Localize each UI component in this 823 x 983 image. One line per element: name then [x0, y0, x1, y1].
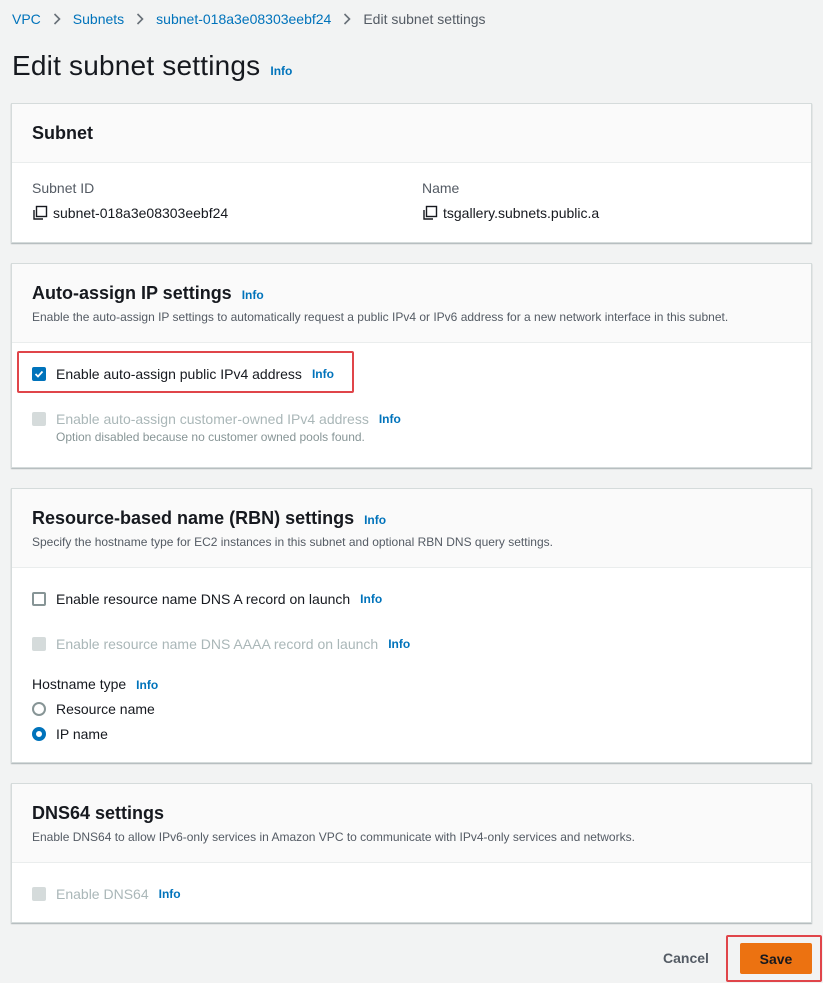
- rbn-description: Specify the hostname type for EC2 instan…: [32, 535, 553, 549]
- name-label: Name: [422, 180, 460, 196]
- dns-aaaa-checkbox: [32, 637, 46, 651]
- customer-owned-note: Option disabled because no customer owne…: [56, 430, 365, 444]
- copy-icon[interactable]: [422, 205, 438, 221]
- ipv4-checkbox[interactable]: [32, 367, 46, 381]
- rbn-title: Resource-based name (RBN) settings Info: [32, 508, 791, 529]
- hostname-type-label: Hostname type: [32, 676, 127, 692]
- chevron-right-icon: [53, 13, 61, 25]
- customer-owned-option: Enable auto-assign customer-owned IPv4 a…: [32, 411, 401, 427]
- subnet-id-field: Subnet ID subnet-018a3e08303eebf24: [32, 180, 228, 221]
- dns-a-label: Enable resource name DNS A record on lau…: [56, 591, 351, 607]
- radio-ip-name-label: IP name: [56, 726, 108, 742]
- radio-resource-name-label: Resource name: [56, 701, 155, 717]
- radio-resource-name[interactable]: Resource name: [32, 701, 155, 717]
- customer-owned-checkbox: [32, 412, 46, 426]
- dns64-header: DNS64 settings Enable DNS64 to allow IPv…: [12, 784, 811, 863]
- breadcrumb-subnet-id[interactable]: subnet-018a3e08303eebf24: [156, 11, 331, 27]
- dns-aaaa-option: Enable resource name DNS AAAA record on …: [32, 636, 410, 652]
- customer-owned-info-link[interactable]: Info: [379, 412, 401, 426]
- subnet-panel-title: Subnet: [32, 123, 93, 143]
- rbn-info-link[interactable]: Info: [364, 513, 386, 527]
- dns-a-option[interactable]: Enable resource name DNS A record on lau…: [32, 591, 382, 607]
- name-value: tsgallery.subnets.public.a: [443, 205, 600, 221]
- breadcrumb: VPC Subnets subnet-018a3e08303eebf24 Edi…: [12, 10, 486, 28]
- name-value-row: tsgallery.subnets.public.a: [422, 205, 599, 221]
- radio-resource-name-input[interactable]: [32, 702, 46, 716]
- subnet-panel: Subnet Subnet ID subnet-018a3e08303eebf2…: [11, 103, 812, 243]
- breadcrumb-vpc[interactable]: VPC: [12, 11, 41, 27]
- dns-a-checkbox[interactable]: [32, 592, 46, 606]
- subnet-id-label: Subnet ID: [32, 180, 95, 196]
- dns64-panel: DNS64 settings Enable DNS64 to allow IPv…: [11, 783, 812, 923]
- cancel-button[interactable]: Cancel: [663, 950, 709, 966]
- save-button[interactable]: Save: [740, 943, 812, 974]
- rbn-panel: Resource-based name (RBN) settings Info S…: [11, 488, 812, 763]
- dns64-checkbox: [32, 887, 46, 901]
- dns-aaaa-label: Enable resource name DNS AAAA record on …: [56, 636, 379, 652]
- auto-assign-title-text: Auto-assign IP settings: [32, 283, 232, 303]
- dns64-description: Enable DNS64 to allow IPv6-only services…: [32, 830, 635, 844]
- hostname-type-heading: Hostname type Info: [32, 676, 158, 692]
- ipv4-info-link[interactable]: Info: [312, 367, 334, 381]
- rbn-header: Resource-based name (RBN) settings Info S…: [12, 489, 811, 568]
- subnet-panel-header: Subnet: [12, 104, 811, 163]
- name-field: Name tsgallery.subnets.public.a: [422, 180, 599, 221]
- page-info-link[interactable]: Info: [270, 64, 292, 78]
- dns-a-info-link[interactable]: Info: [360, 592, 382, 606]
- auto-assign-header: Auto-assign IP settings Info Enable the a…: [12, 264, 811, 343]
- auto-assign-info-link[interactable]: Info: [242, 288, 264, 302]
- ipv4-option[interactable]: Enable auto-assign public IPv4 address I…: [32, 366, 334, 382]
- radio-ip-name-input[interactable]: [32, 727, 46, 741]
- dns64-title: DNS64 settings: [32, 803, 165, 823]
- page-title: Edit subnet settings: [12, 50, 261, 81]
- copy-icon[interactable]: [32, 205, 48, 221]
- radio-ip-name[interactable]: IP name: [32, 726, 108, 742]
- rbn-title-text: Resource-based name (RBN) settings: [32, 508, 355, 528]
- customer-owned-label: Enable auto-assign customer-owned IPv4 a…: [56, 411, 369, 427]
- dns-aaaa-info-link[interactable]: Info: [388, 637, 410, 651]
- subnet-id-value: subnet-018a3e08303eebf24: [53, 205, 229, 221]
- page-header: Edit subnet settings Info: [12, 50, 292, 82]
- ipv4-label: Enable auto-assign public IPv4 address: [56, 366, 302, 382]
- auto-assign-panel: Auto-assign IP settings Info Enable the a…: [11, 263, 812, 468]
- chevron-right-icon: [343, 13, 351, 25]
- auto-assign-title: Auto-assign IP settings Info: [32, 283, 791, 304]
- breadcrumb-subnets[interactable]: Subnets: [73, 11, 124, 27]
- dns64-info-link[interactable]: Info: [159, 887, 181, 901]
- dns64-label: Enable DNS64: [56, 886, 149, 902]
- auto-assign-description: Enable the auto-assign IP settings to au…: [32, 310, 729, 324]
- breadcrumb-current: Edit subnet settings: [363, 11, 486, 27]
- chevron-right-icon: [136, 13, 144, 25]
- subnet-id-value-row: subnet-018a3e08303eebf24: [32, 205, 228, 221]
- hostname-type-info-link[interactable]: Info: [136, 678, 158, 692]
- dns64-option: Enable DNS64 Info: [32, 886, 181, 902]
